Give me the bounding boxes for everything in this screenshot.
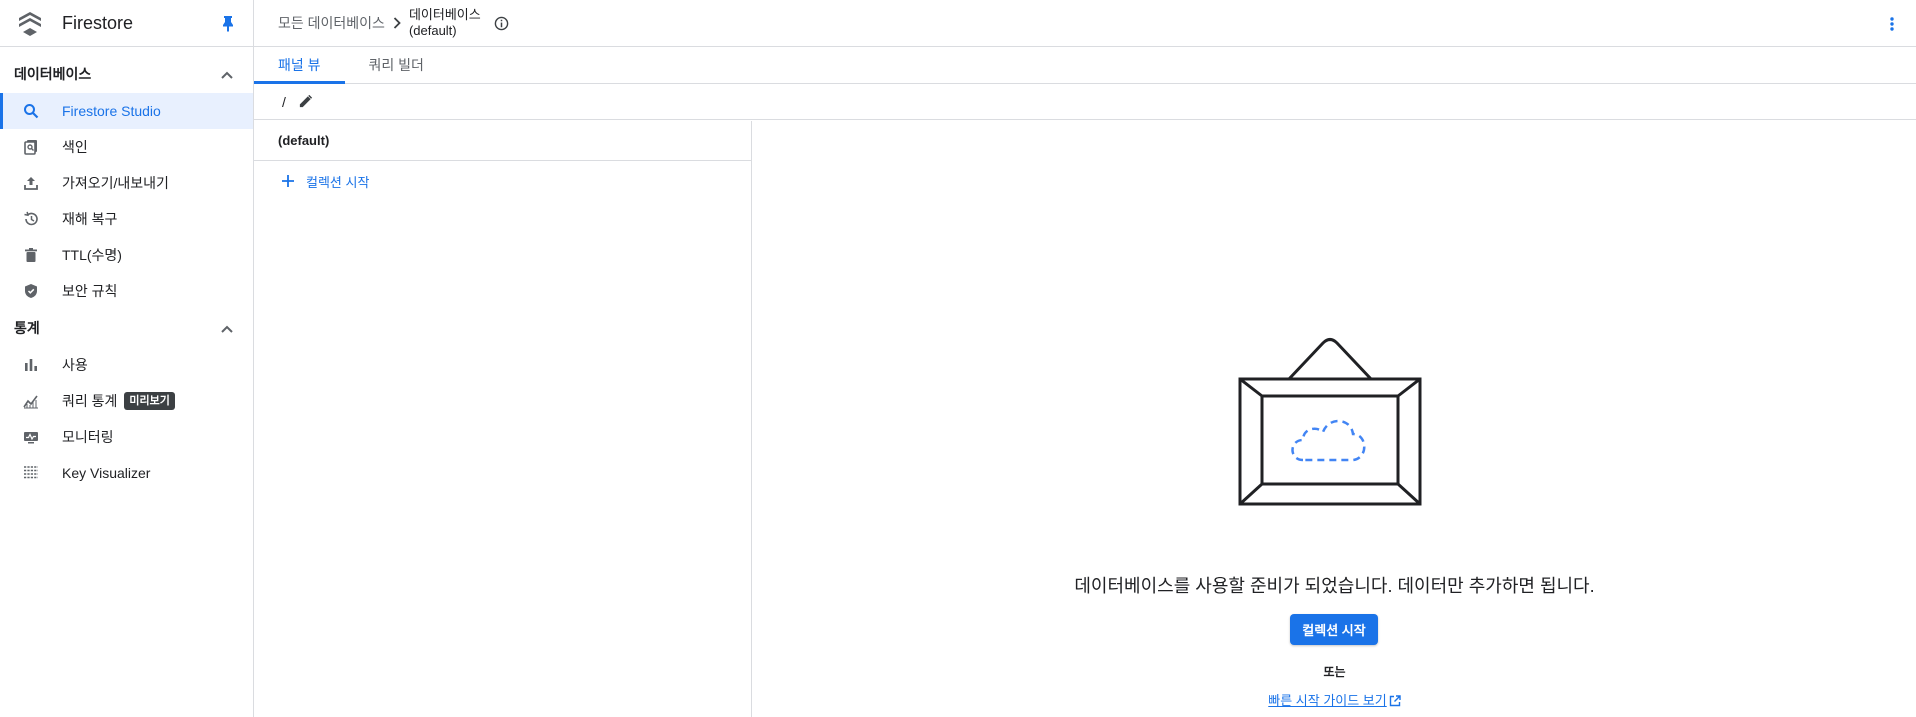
preview-badge: 미리보기: [124, 392, 175, 410]
more-vert-icon[interactable]: [1888, 14, 1896, 34]
index-icon: [22, 138, 40, 156]
sidebar-item-monitoring[interactable]: 모니터링: [0, 419, 253, 455]
sidebar-item-label: 재해 복구: [62, 211, 118, 227]
shield-icon: [22, 282, 40, 300]
top-bar: 모든 데이터베이스 데이터베이스 (default): [254, 0, 1916, 47]
path-bar: /: [254, 84, 1916, 120]
sidebar-item-security-rules[interactable]: 보안 규칙: [0, 273, 253, 309]
start-collection-link[interactable]: 컬렉션 시작: [254, 161, 751, 201]
app-title: Firestore: [62, 12, 134, 33]
root-panel-header: (default): [254, 121, 751, 161]
sidebar-section-label: 통계: [14, 320, 40, 336]
sidebar-item-query-insights[interactable]: 쿼리 통계 미리보기: [0, 383, 253, 419]
sidebar-item-import-export[interactable]: 가져오기/내보내기: [0, 165, 253, 201]
firestore-logo-icon[interactable]: [16, 9, 44, 37]
sidebar-item-label: TTL(수명): [62, 247, 122, 263]
tab-query-builder[interactable]: 쿼리 빌더: [345, 47, 448, 83]
grid-icon: [22, 464, 40, 482]
trash-icon: [22, 246, 40, 264]
quickstart-guide-container: 빠른 시작 가이드 보기: [753, 690, 1916, 710]
empty-state-message: 데이터베이스를 사용할 준비가 되었습니다. 데이터만 추가하면 됩니다.: [1074, 576, 1595, 596]
sidebar: Firestore 데이터베이스 Firestore Studio 색인 가져오…: [0, 0, 254, 717]
start-collection-button[interactable]: 컬렉션 시작: [1290, 614, 1378, 645]
chevron-up-icon: [221, 320, 233, 336]
start-collection-label: 컬렉션 시작: [306, 174, 370, 190]
sidebar-item-usage[interactable]: 사용: [0, 347, 253, 383]
bar-chart-icon: [22, 356, 40, 374]
sidebar-item-firestore-studio[interactable]: Firestore Studio: [0, 93, 253, 129]
path-text: /: [282, 93, 286, 110]
data-panels: (default) 컬렉션 시작 데이터베이스를 사용할 준비가 되었습니다. …: [254, 121, 1916, 717]
sidebar-header: Firestore: [0, 0, 253, 47]
history-icon: [22, 210, 40, 228]
sidebar-section-database[interactable]: 데이터베이스: [0, 55, 253, 93]
view-tabs: 패널 뷰 쿼리 빌더: [254, 47, 1916, 84]
main-content: 모든 데이터베이스 데이터베이스 (default) 패널 뷰 쿼리 빌더 / …: [254, 0, 1916, 717]
chevron-up-icon: [221, 66, 233, 82]
sidebar-item-key-visualizer[interactable]: Key Visualizer: [0, 455, 253, 491]
sidebar-item-label: 사용: [62, 357, 88, 373]
quickstart-guide-link[interactable]: 빠른 시작 가이드 보기: [1268, 693, 1386, 708]
upload-icon: [22, 174, 40, 192]
breadcrumb-all-databases[interactable]: 모든 데이터베이스: [278, 13, 385, 33]
tab-panel-view[interactable]: 패널 뷰: [254, 47, 345, 84]
sidebar-item-disaster-recovery[interactable]: 재해 복구: [0, 201, 253, 237]
breadcrumb-current-line2: (default): [408, 23, 457, 38]
breadcrumb-current-line1: 데이터베이스: [408, 7, 481, 22]
add-icon: [280, 173, 296, 189]
edit-path-icon[interactable]: [298, 94, 314, 110]
sidebar-item-ttl[interactable]: TTL(수명): [0, 237, 253, 273]
root-panel: (default) 컬렉션 시작: [254, 121, 752, 717]
search-icon: [22, 102, 40, 120]
line-chart-icon: [22, 392, 40, 410]
open-in-new-icon[interactable]: [1389, 695, 1401, 710]
pin-icon[interactable]: [219, 14, 237, 32]
monitor-icon: [22, 428, 40, 446]
sidebar-item-label: 가져오기/내보내기: [62, 175, 169, 191]
sidebar-section-statistics[interactable]: 통계: [0, 309, 253, 347]
sidebar-item-label: Key Visualizer: [62, 465, 151, 481]
or-separator: 또는: [1323, 665, 1346, 679]
sidebar-item-index[interactable]: 색인: [0, 129, 253, 165]
chevron-right-icon: [393, 17, 401, 29]
empty-state-panel: 데이터베이스를 사용할 준비가 되었습니다. 데이터만 추가하면 됩니다. 컬렉…: [753, 121, 1916, 717]
sidebar-item-label: Firestore Studio: [62, 103, 161, 119]
sidebar-item-label: 쿼리 통계: [62, 393, 118, 409]
info-icon[interactable]: [494, 15, 510, 31]
sidebar-section-label: 데이터베이스: [14, 66, 92, 82]
sidebar-item-label: 모니터링: [62, 429, 114, 445]
empty-database-illustration: [1238, 338, 1422, 506]
sidebar-item-label: 색인: [62, 139, 88, 155]
sidebar-item-label: 보안 규칙: [62, 283, 118, 299]
breadcrumb-current-database: 데이터베이스 (default): [409, 7, 481, 39]
